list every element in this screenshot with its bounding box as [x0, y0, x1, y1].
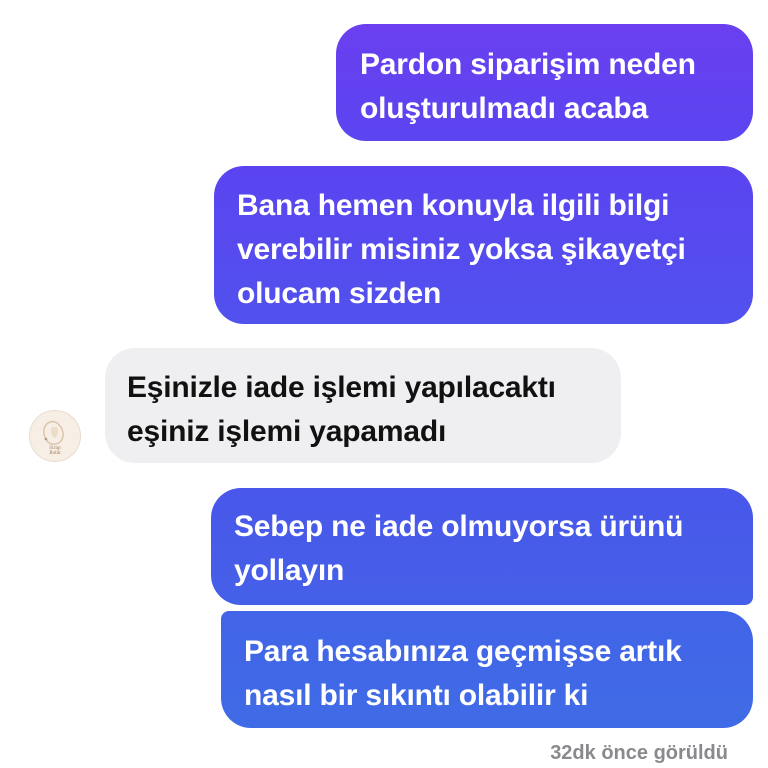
- message-text-line: Bana hemen konuyla ilgili bilgi: [237, 189, 670, 222]
- message-bubble-outgoing[interactable]: Bana hemen konuyla ilgili bilgi verebili…: [214, 166, 753, 324]
- message-text-line: verebilir misiniz yoksa şikayetçi: [237, 233, 686, 266]
- contact-avatar[interactable]: Sirap Butik: [29, 410, 81, 462]
- message-bubble-outgoing[interactable]: Pardon siparişim neden oluşturulmadı aca…: [336, 24, 753, 141]
- avatar-text-line: Butik: [49, 450, 61, 455]
- message-text-line: Pardon siparişim neden: [360, 48, 696, 81]
- message-bubble-outgoing[interactable]: Sebep ne iade olmuyorsa ürünü yollayın: [211, 488, 753, 605]
- message-bubble-incoming[interactable]: Eşinizle iade işlemi yapılacaktı eşiniz …: [105, 348, 621, 463]
- seen-status: 32dk önce görüldü: [550, 742, 728, 764]
- message-text-line: Para hesabınıza geçmişse artık: [244, 635, 682, 668]
- message-text-line: yollayın: [234, 554, 345, 587]
- message-text-line: nasıl bir sıkıntı olabilir ki: [244, 679, 589, 712]
- message-bubble-outgoing[interactable]: Para hesabınıza geçmişse artık nasıl bir…: [221, 611, 753, 728]
- shop-logo-icon: Sirap Butik: [30, 411, 80, 461]
- message-text-line: olucam sizden: [237, 277, 442, 310]
- message-text-line: Sebep ne iade olmuyorsa ürünü: [234, 510, 684, 543]
- message-text-line: eşiniz işlemi yapamadı: [127, 415, 447, 448]
- message-text-line: Eşinizle iade işlemi yapılacaktı: [127, 371, 556, 404]
- message-text-line: oluşturulmadı acaba: [360, 92, 648, 125]
